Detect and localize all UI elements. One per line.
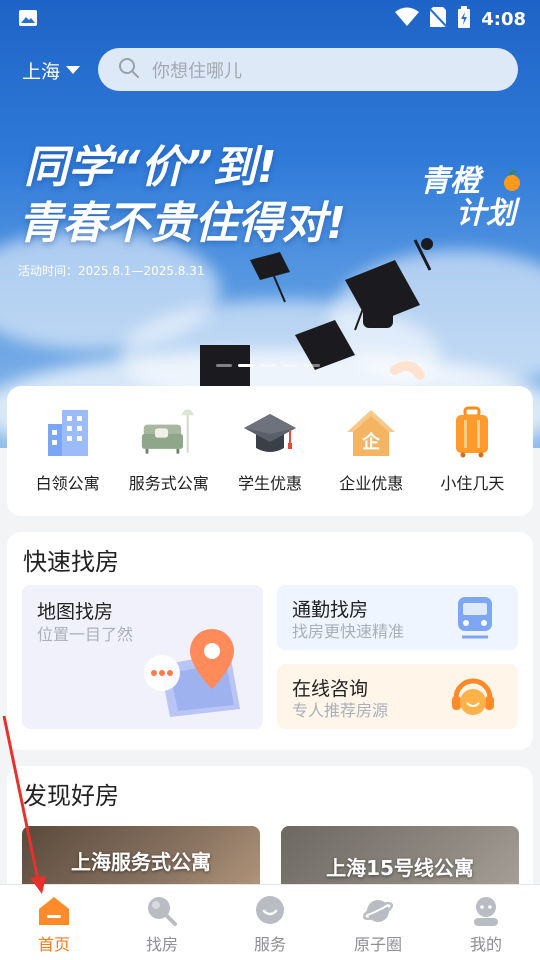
battery-icon — [457, 6, 471, 33]
chat-service-icon — [254, 895, 286, 927]
discover-title: 发现好房 — [23, 782, 119, 810]
svg-text:企: 企 — [361, 431, 381, 453]
city-label: 上海 — [22, 60, 61, 83]
bottom-nav: 首页 找房 服务 原子圈 我的 — [0, 884, 540, 960]
carousel-dot — [282, 364, 298, 367]
nav-label: 首页 — [37, 935, 70, 954]
suitcase-icon — [443, 406, 501, 458]
category-label: 小住几天 — [440, 474, 505, 493]
map-search-subtitle: 位置一目了然 — [37, 625, 134, 644]
house-card-name: 上海15号线公寓 — [326, 856, 474, 880]
planet-icon — [362, 895, 394, 927]
user-icon — [470, 895, 502, 927]
search-input[interactable]: 你想住哪儿 — [98, 48, 518, 91]
nav-profile[interactable]: 我的 — [441, 895, 531, 955]
carousel-dot — [260, 364, 276, 367]
promo-banner[interactable]: 4:08 上海 你想住哪儿 同学“价”到! 青春不贵住得对! 活动时间：2025… — [0, 0, 540, 448]
city-selector[interactable]: 上海 — [22, 56, 81, 84]
wifi-icon — [395, 7, 420, 32]
search-icon — [118, 57, 140, 83]
house-card-name: 上海服务式公寓 — [71, 850, 211, 874]
search-placeholder: 你想住哪儿 — [152, 60, 242, 82]
banner-headline: 同学“价”到! 青春不贵住得对! — [18, 140, 346, 252]
category-short-stay[interactable]: 小住几天 — [422, 406, 523, 516]
graduation-caps-illustration — [200, 238, 433, 400]
orange-mascot-icon — [504, 170, 520, 191]
nav-atom-circle[interactable]: 原子圈 — [333, 895, 423, 955]
category-enterprise-discount[interactable]: 企 企业优惠 — [321, 406, 422, 516]
quick-find-title: 快速找房 — [23, 548, 119, 576]
headline-line2: 青春不贵住得对! — [18, 198, 347, 249]
nav-label: 服务 — [253, 935, 286, 954]
commute-search-subtitle: 找房更快速精准 — [292, 622, 405, 641]
activity-time: 活动时间：2025.8.1—2025.8.31 — [18, 264, 205, 278]
status-bar: 4:08 — [0, 0, 540, 36]
office-building-icon — [39, 406, 97, 458]
home-icon — [38, 895, 70, 927]
no-sim-icon — [428, 6, 448, 33]
category-label: 白领公寓 — [35, 474, 100, 493]
headline-line1: 同学“价”到! — [24, 142, 277, 193]
nav-service[interactable]: 服务 — [225, 895, 315, 955]
online-consult-subtitle: 专人推荐房源 — [292, 701, 389, 720]
map-pin-icon — [144, 629, 240, 717]
nav-label: 找房 — [145, 935, 178, 954]
category-student-discount[interactable]: 学生优惠 — [219, 406, 320, 516]
brand-logo: 青橙 计划 — [418, 152, 528, 231]
carousel-indicator — [216, 364, 320, 367]
brand-line2: 计划 — [456, 196, 516, 231]
carousel-dot — [304, 364, 320, 367]
nav-home[interactable]: 首页 — [9, 895, 99, 955]
nav-find-room[interactable]: 找房 — [117, 895, 207, 955]
category-grid: 白领公寓 服务式公寓 学生优惠 企 企业优惠 小住几天 — [7, 386, 533, 516]
search-icon — [146, 895, 178, 927]
carousel-dot — [216, 364, 232, 367]
online-consult-tile[interactable]: 在线咨询 专人推荐房源 — [277, 664, 518, 729]
carousel-dot-active — [238, 364, 254, 367]
graduation-cap-icon — [241, 406, 299, 458]
sofa-icon — [140, 406, 198, 458]
category-label: 学生优惠 — [238, 474, 303, 493]
quick-find-section: 快速找房 地图找房 位置一目了然 通勤找房 找房更快速精准 在线咨询 专人推荐房… — [7, 532, 533, 750]
category-white-collar[interactable]: 白领公寓 — [17, 406, 118, 516]
nav-label: 原子圈 — [353, 935, 402, 954]
headset-icon — [448, 672, 498, 726]
clock: 4:08 — [481, 9, 526, 30]
category-label: 企业优惠 — [339, 474, 404, 493]
enterprise-house-icon: 企 — [342, 406, 400, 458]
category-label: 服务式公寓 — [128, 474, 209, 493]
category-serviced-apartment[interactable]: 服务式公寓 — [118, 406, 219, 516]
nav-label: 我的 — [469, 935, 502, 954]
train-icon — [452, 593, 498, 645]
map-search-title: 地图找房 — [37, 601, 114, 623]
gallery-icon — [18, 9, 38, 32]
map-search-tile[interactable]: 地图找房 位置一目了然 — [22, 585, 263, 729]
caret-down-icon — [66, 66, 81, 74]
commute-search-tile[interactable]: 通勤找房 找房更快速精准 — [277, 585, 518, 650]
